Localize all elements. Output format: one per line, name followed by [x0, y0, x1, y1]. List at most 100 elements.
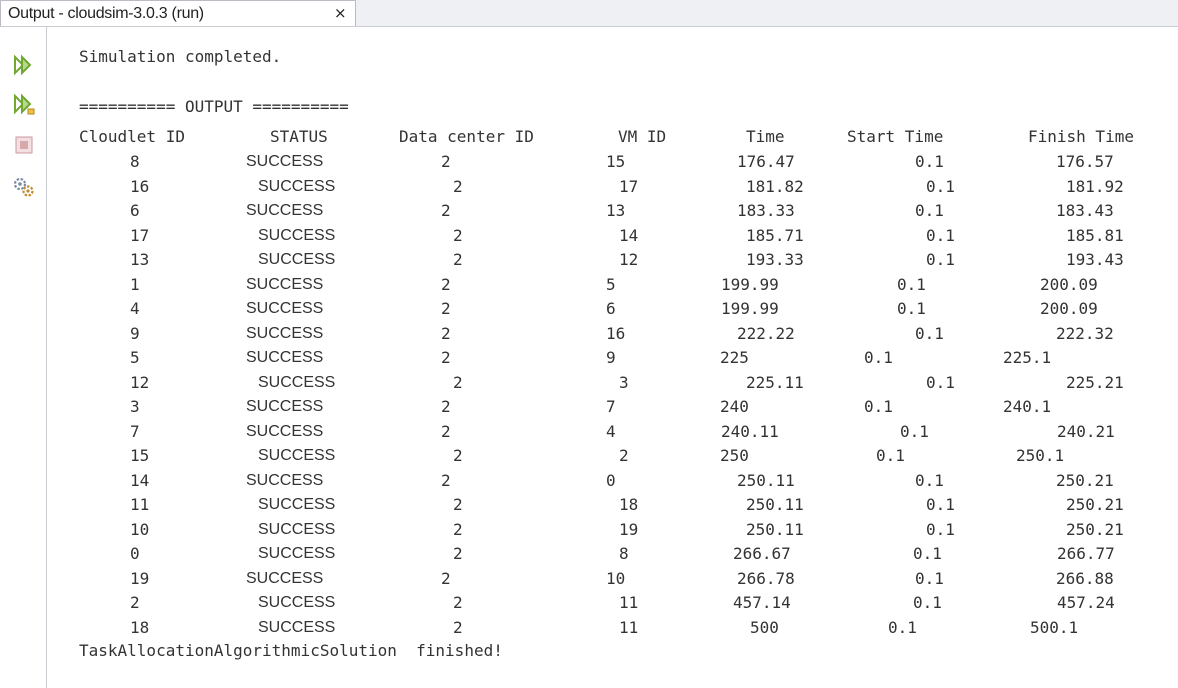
cell-status: SUCCESS	[258, 373, 336, 391]
cell-start-time: 0.1	[926, 176, 955, 196]
cell-status: SUCCESS	[258, 177, 336, 195]
cell-cloudlet-id: 13	[130, 250, 150, 269]
cell-data-center-id: 2	[441, 470, 451, 490]
cell-start-time: 0.1	[913, 593, 942, 612]
cell-vm-id: 14	[619, 225, 639, 245]
table-header: Cloudlet ID STATUS Data center ID VM ID …	[0, 125, 1178, 149]
cell-start-time: 0.1	[915, 568, 944, 588]
cell-vm-id: 2	[619, 446, 629, 465]
cell-vm-id: 9	[606, 348, 616, 367]
header-time: Time	[746, 127, 785, 146]
cell-cloudlet-id: 2	[130, 593, 140, 612]
cell-vm-id: 7	[606, 397, 616, 416]
cell-time: 225	[720, 348, 749, 367]
cell-cloudlet-id: 11	[130, 495, 150, 514]
output-separator: ========== OUTPUT ==========	[79, 97, 349, 116]
cell-status: SUCCESS	[246, 471, 324, 489]
cell-finish-time: 200.09	[1040, 299, 1098, 318]
output-tab[interactable]: Output - cloudsim-3.0.3 (run) ×	[0, 0, 356, 26]
cell-cloudlet-id: 6	[130, 201, 140, 220]
table-row: 17 SUCCESS 2 14 185.71 0.1 185.81	[0, 224, 1178, 248]
cell-time: 250.11	[737, 470, 795, 490]
table-row: 10 SUCCESS 2 19 250.11 0.1 250.21	[0, 518, 1178, 542]
cell-cloudlet-id: 3	[130, 397, 140, 416]
table-row: 12 SUCCESS 2 3 225.11 0.1 225.21	[0, 371, 1178, 395]
cell-time: 199.99	[721, 274, 779, 294]
cell-time: 199.99	[721, 299, 779, 318]
cell-status: SUCCESS	[258, 496, 336, 513]
table-row: 13 SUCCESS 2 12 193.33 0.1 193.43	[0, 248, 1178, 272]
cell-vm-id: 13	[606, 201, 626, 220]
cell-cloudlet-id: 0	[130, 544, 140, 563]
cell-cloudlet-id: 12	[130, 372, 150, 392]
cell-status: SUCCESS	[258, 447, 336, 464]
cell-status: SUCCESS	[246, 153, 324, 170]
header-cloudlet-id: Cloudlet ID	[79, 127, 185, 146]
cell-status: SUCCESS	[258, 520, 336, 538]
cell-cloudlet-id: 8	[130, 152, 140, 171]
output-console[interactable]: Simulation completed. ========== OUTPUT …	[0, 27, 1178, 688]
table-row: 16 SUCCESS 2 17 181.82 0.1 181.92	[0, 175, 1178, 199]
cell-vm-id: 12	[619, 250, 639, 269]
table-row: 19 SUCCESS 2 10 266.78 0.1 266.88	[0, 567, 1178, 591]
cell-data-center-id: 2	[453, 544, 463, 563]
cell-status: SUCCESS	[246, 569, 324, 587]
output-footer: TaskAllocationAlgorithmicSolution finish…	[79, 641, 503, 660]
table-row: 18 SUCCESS 2 11 500 0.1 500.1	[0, 616, 1178, 640]
cell-data-center-id: 2	[453, 372, 463, 392]
cell-data-center-id: 2	[441, 421, 451, 441]
cell-time: 266.78	[737, 568, 795, 588]
cell-data-center-id: 2	[453, 495, 463, 514]
header-data-center-id: Data center ID	[399, 127, 534, 146]
cell-time: 222.22	[737, 323, 795, 343]
cell-start-time: 0.1	[926, 372, 955, 392]
cell-data-center-id: 2	[453, 617, 463, 637]
cell-start-time: 0.1	[913, 544, 942, 563]
cell-finish-time: 225.1	[1003, 348, 1052, 367]
cell-vm-id: 17	[619, 176, 639, 196]
table-row: 8 SUCCESS 2 15 176.47 0.1 176.57	[0, 150, 1178, 174]
cell-start-time: 0.1	[897, 274, 926, 294]
cell-finish-time: 240.1	[1003, 397, 1052, 416]
cell-vm-id: 5	[606, 274, 616, 294]
table-row: 7 SUCCESS 2 4 240.11 0.1 240.21	[0, 420, 1178, 444]
cell-finish-time: 193.43	[1066, 250, 1124, 269]
cell-time: 266.67	[733, 544, 791, 563]
cell-start-time: 0.1	[915, 201, 944, 220]
cell-start-time: 0.1	[926, 495, 955, 514]
cell-time: 250.11	[746, 519, 804, 539]
table-row: 14 SUCCESS 2 0 250.11 0.1 250.21	[0, 469, 1178, 493]
cell-finish-time: 250.21	[1056, 470, 1114, 490]
cell-vm-id: 4	[606, 421, 616, 441]
cell-status: SUCCESS	[246, 422, 324, 440]
cell-time: 240	[720, 397, 749, 416]
cell-start-time: 0.1	[876, 446, 905, 465]
table-row: 2 SUCCESS 2 11 457.14 0.1 457.24	[0, 591, 1178, 615]
cell-start-time: 0.1	[897, 299, 926, 318]
header-status: STATUS	[270, 127, 328, 146]
cell-data-center-id: 2	[441, 152, 451, 171]
cell-data-center-id: 2	[441, 348, 451, 367]
output-tab-title: Output - cloudsim-3.0.3 (run)	[8, 5, 204, 22]
cell-status: SUCCESS	[246, 275, 324, 293]
cell-cloudlet-id: 15	[130, 446, 150, 465]
close-tab-icon[interactable]: ×	[334, 4, 347, 22]
table-row: 11 SUCCESS 2 18 250.11 0.1 250.21	[0, 493, 1178, 517]
cell-data-center-id: 2	[441, 299, 451, 318]
output-line: Simulation completed.	[79, 47, 282, 66]
cell-data-center-id: 2	[441, 568, 451, 588]
cell-finish-time: 250.1	[1016, 446, 1065, 465]
cell-data-center-id: 2	[441, 323, 451, 343]
cell-start-time: 0.1	[864, 348, 893, 367]
cell-status: SUCCESS	[258, 545, 336, 562]
table-row: 1 SUCCESS 2 5 199.99 0.1 200.09	[0, 273, 1178, 297]
cell-status: SUCCESS	[246, 324, 324, 342]
cell-time: 181.82	[746, 176, 804, 196]
table-row: 9 SUCCESS 2 16 222.22 0.1 222.32	[0, 322, 1178, 346]
cell-finish-time: 181.92	[1066, 176, 1124, 196]
cell-vm-id: 11	[619, 593, 639, 612]
cell-data-center-id: 2	[453, 176, 463, 196]
cell-status: SUCCESS	[258, 594, 336, 611]
table-row: 4 SUCCESS 2 6 199.99 0.1 200.09	[0, 297, 1178, 321]
table-row: 0 SUCCESS 2 8 266.67 0.1 266.77	[0, 542, 1178, 566]
